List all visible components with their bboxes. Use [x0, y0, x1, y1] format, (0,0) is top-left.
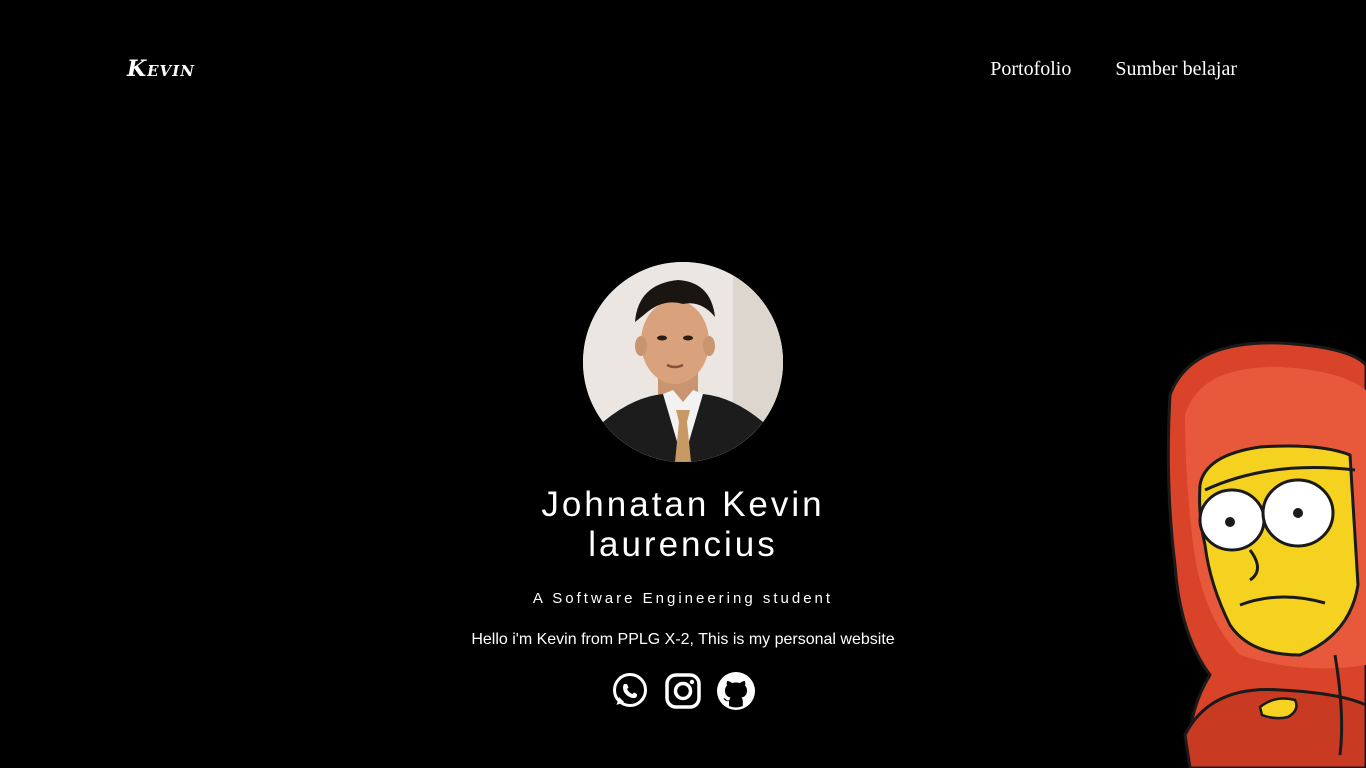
- mascot-illustration: [1150, 335, 1366, 768]
- profile-name-line2: laurencius: [588, 525, 778, 564]
- social-links: [610, 671, 756, 711]
- github-icon: [717, 672, 755, 710]
- profile-name-line1: Johnatan Kevin: [541, 485, 825, 524]
- whatsapp-link[interactable]: [610, 671, 650, 711]
- site-logo[interactable]: Kevin: [127, 56, 195, 82]
- page: Kevin Portofolio Sumber belajar Johnatan…: [0, 0, 1366, 768]
- intro-text: Hello i'm Kevin from PPLG X-2, This is m…: [471, 631, 895, 648]
- profile-photo: [583, 262, 783, 462]
- main-nav: Portofolio Sumber belajar: [990, 58, 1237, 81]
- profile-name: Johnatan Kevin laurencius: [433, 485, 933, 565]
- github-link[interactable]: [716, 671, 756, 711]
- nav-link-sumber-belajar[interactable]: Sumber belajar: [1115, 58, 1237, 81]
- instagram-icon: [665, 673, 701, 709]
- whatsapp-icon: [613, 673, 647, 707]
- instagram-link[interactable]: [663, 671, 703, 711]
- nav-link-portofolio[interactable]: Portofolio: [990, 58, 1071, 81]
- profile-subtitle: A Software Engineering student: [532, 590, 834, 607]
